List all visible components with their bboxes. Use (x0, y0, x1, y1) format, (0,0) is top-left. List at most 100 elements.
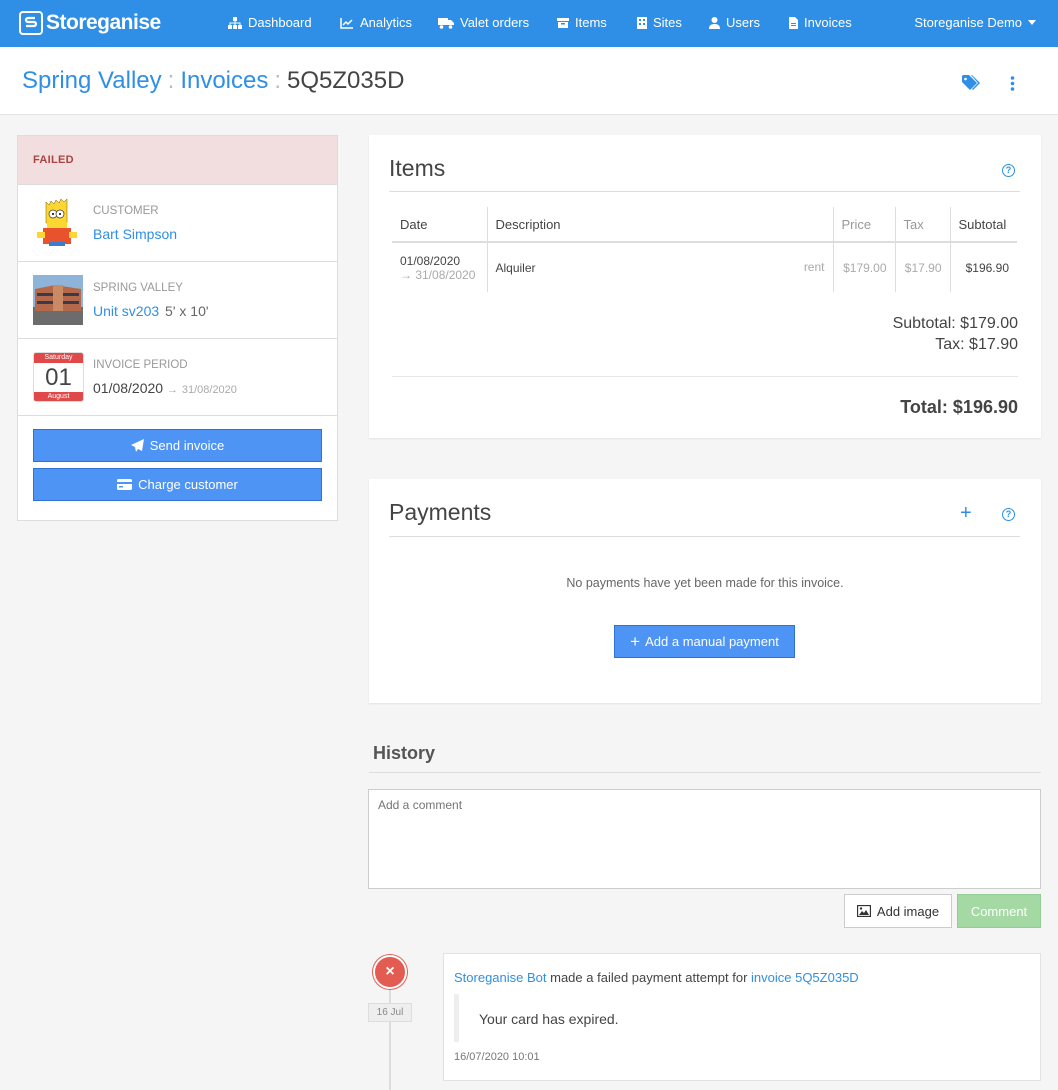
brand-logo[interactable]: Storeganise (19, 10, 161, 36)
period-label: INVOICE PERIOD (93, 359, 188, 371)
comment-button[interactable]: Comment (957, 894, 1041, 928)
calendar-day: 01 (45, 364, 72, 391)
add-manual-payment-button[interactable]: + Add a manual payment (614, 625, 795, 658)
top-navbar: Storeganise Dashboard Analytics Valet or… (0, 0, 1058, 47)
breadcrumb-separator: : (167, 67, 175, 94)
divider (389, 536, 1020, 537)
account-name: Storeganise Demo (914, 15, 1022, 30)
items-panel: Items ? Date Description Price Tax Subto… (369, 135, 1041, 438)
add-manual-payment-label: Add a manual payment (645, 634, 779, 649)
item-date-end: → 31/08/2020 (400, 267, 476, 282)
nav-analytics[interactable]: Analytics (340, 15, 412, 30)
event-message: Your card has expired. (454, 994, 1014, 1042)
period-start: 01/08/2020 (93, 380, 164, 396)
nav-valet-orders[interactable]: Valet orders (438, 15, 529, 30)
invoice-summary-panel: FAILED CUSTOMER Bart Simpson SPRING VALL… (17, 135, 338, 521)
paper-plane-icon (130, 439, 144, 452)
col-subtotal: Subtotal (950, 207, 1017, 243)
help-icon[interactable]: ? (1002, 164, 1015, 177)
event-action: made a failed payment attempt for (546, 970, 752, 985)
event-target-link[interactable]: invoice 5Q5Z035D (751, 970, 859, 985)
customer-link[interactable]: Bart Simpson (93, 226, 177, 242)
send-invoice-label: Send invoice (149, 438, 225, 453)
plus-icon: + (630, 631, 641, 651)
item-price: $179.00 (833, 242, 896, 292)
item-tax: $17.90 (895, 242, 951, 292)
user-icon (709, 16, 720, 29)
more-vertical-icon[interactable] (1010, 76, 1015, 91)
add-payment-icon[interactable]: + (960, 503, 972, 523)
customer-label: CUSTOMER (93, 205, 159, 217)
col-price: Price (833, 207, 896, 243)
nav-sites-label: Sites (653, 15, 682, 30)
account-menu[interactable]: Storeganise Demo (914, 15, 1036, 30)
event-actor-link[interactable]: Storeganise Bot (454, 970, 547, 985)
period-value: 01/08/2020 → 31/08/2020 (93, 380, 237, 396)
building-icon (637, 16, 647, 29)
nav-invoices-label: Invoices (804, 15, 852, 30)
site-label: SPRING VALLEY (93, 282, 183, 294)
nav-dashboard-label: Dashboard (248, 15, 312, 30)
event-timestamp: 16/07/2020 10:01 (454, 1051, 540, 1063)
timeline-date: 16 Jul (368, 1003, 412, 1022)
comment-input[interactable] (368, 789, 1041, 889)
nav-sites[interactable]: Sites (637, 15, 682, 30)
page-header: Spring Valley : Invoices : 5Q5Z035D (0, 47, 1058, 115)
page-title: 5Q5Z035D (287, 67, 405, 94)
line-chart-icon (340, 17, 353, 29)
charge-customer-label: Charge customer (138, 477, 238, 492)
nav-users[interactable]: Users (709, 15, 760, 30)
period-end: 31/08/2020 (181, 384, 237, 396)
nav-analytics-label: Analytics (360, 15, 413, 30)
truck-icon (438, 17, 454, 29)
divider (392, 376, 1018, 377)
subtotal-line: Subtotal: $179.00 (892, 315, 1018, 332)
help-icon[interactable]: ? (1002, 508, 1015, 521)
nav-items-label: Items (575, 15, 607, 30)
site-photo (33, 275, 83, 325)
col-tax: Tax (895, 207, 951, 243)
add-image-label: Add image (876, 903, 940, 919)
divider (369, 772, 1041, 773)
breadcrumb-separator: : (274, 67, 282, 94)
calendar-weekday: Saturday (34, 353, 83, 363)
sitemap-icon (228, 16, 242, 29)
items-panel-title: Items (389, 155, 446, 181)
unit-row: SPRING VALLEY Unit sv203 5' x 10' (18, 262, 337, 339)
storeganise-logo-icon (19, 11, 43, 35)
item-description-cell: Alquiler rent (487, 242, 834, 292)
calendar-icon: Saturday 01 August (33, 352, 84, 402)
event-summary: Storeganise Bot made a failed payment at… (454, 970, 859, 985)
item-subtotal: $196.90 (965, 260, 1009, 275)
col-date: Date (392, 207, 488, 243)
breadcrumb-invoices[interactable]: Invoices (180, 67, 268, 95)
tax-line: Tax: $17.90 (935, 336, 1018, 353)
item-date-cell: 01/08/2020 → 31/08/2020 (392, 242, 488, 292)
empty-payments-text: No payments have yet been made for this … (566, 576, 844, 590)
item-description: Alquiler (495, 261, 536, 275)
table-row: 01/08/2020 → 31/08/2020 Alquiler rent $1… (392, 242, 1017, 292)
history-title: History (373, 743, 436, 763)
customer-row: CUSTOMER Bart Simpson (18, 185, 337, 262)
items-table: Date Description Price Tax Subtotal 01/0… (392, 207, 1017, 292)
item-type: rent (803, 260, 825, 274)
unit-link[interactable]: Unit sv203 (93, 303, 159, 319)
nav-valet-orders-label: Valet orders (460, 15, 530, 30)
breadcrumb: Spring Valley : Invoices : 5Q5Z035D (22, 67, 404, 95)
charge-customer-button[interactable]: Charge customer (33, 468, 322, 501)
divider (389, 191, 1020, 192)
tags-icon[interactable] (962, 75, 980, 91)
arrow-right-icon: → (166, 384, 178, 396)
status-badge: FAILED (18, 136, 337, 185)
nav-invoices[interactable]: Invoices (789, 15, 852, 30)
nav-dashboard[interactable]: Dashboard (228, 15, 312, 30)
customer-avatar (37, 198, 77, 246)
add-image-button[interactable]: Add image (844, 894, 952, 928)
calendar-month: August (34, 392, 83, 401)
nav-users-label: Users (726, 15, 760, 30)
breadcrumb-site[interactable]: Spring Valley (22, 67, 162, 95)
payments-panel-title: Payments (389, 499, 492, 525)
unit-size: 5' x 10' (165, 303, 209, 319)
send-invoice-button[interactable]: Send invoice (33, 429, 322, 462)
nav-items[interactable]: Items (557, 15, 607, 30)
